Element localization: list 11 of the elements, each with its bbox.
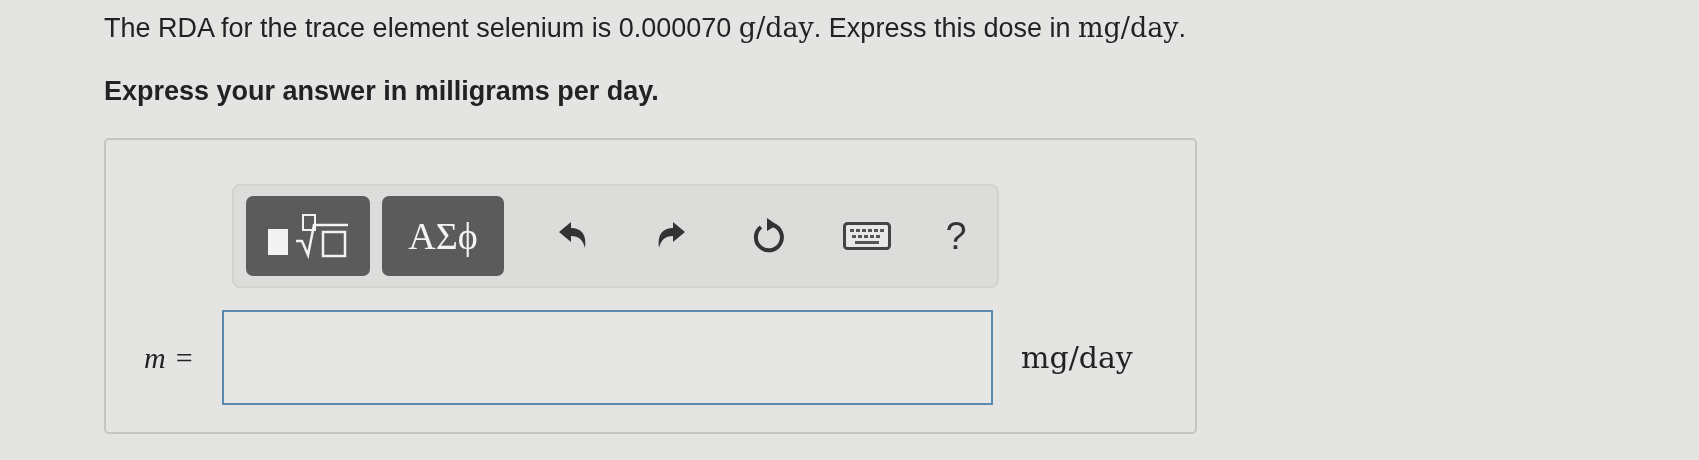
reset-icon [751,217,787,255]
unit-label: mg/day [1021,340,1133,375]
answer-field[interactable] [222,310,993,405]
variable-label: m = [143,340,194,375]
instruction-text: Express your answer in milligrams per day. [104,76,660,107]
templates-button[interactable] [246,196,370,276]
keyboard-icon [843,222,891,250]
symbols-button[interactable]: ΑΣϕ [382,196,504,276]
templates-icon [266,213,350,259]
question-text: The RDA for the trace element selenium is 0.000070 g/day. Express this dose in mg/day. [104,11,1188,45]
help-button[interactable]: ? [916,206,996,266]
